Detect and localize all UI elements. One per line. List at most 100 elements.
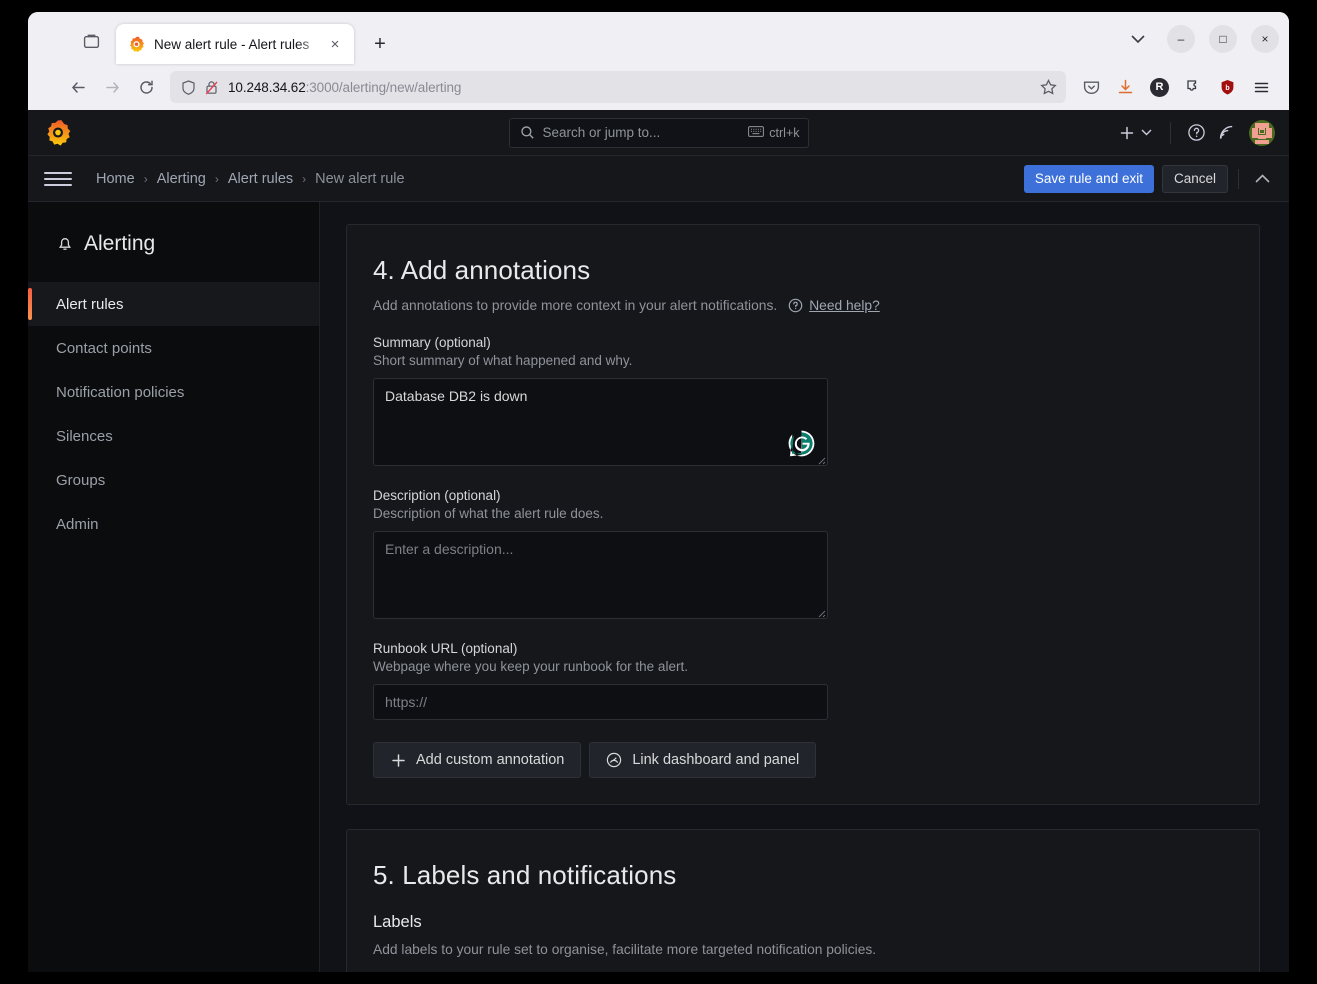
menu-toggle-icon[interactable]: [44, 165, 72, 193]
add-custom-annotation-label: Add custom annotation: [416, 752, 565, 768]
runbook-label: Runbook URL (optional): [373, 641, 518, 656]
breadcrumb-item-home[interactable]: Home: [92, 171, 139, 187]
breadcrumb-separator: ›: [302, 171, 307, 186]
tab-title: New alert rule - Alert rules: [154, 36, 310, 52]
link-dashboard-label: Link dashboard and panel: [632, 752, 800, 768]
sidebar-item-groups[interactable]: Groups: [28, 458, 319, 502]
chevron-up-icon[interactable]: [1249, 166, 1275, 192]
browser-toolbar-icons: R b: [1076, 72, 1277, 103]
search-shortcut-text: ctrl+k: [769, 125, 800, 140]
sidebar-item-label: Silences: [56, 427, 113, 445]
search-shortcut: ctrl+k: [748, 125, 800, 140]
window-maximize-button[interactable]: □: [1209, 25, 1237, 53]
browser-navbar: 10.248.34.62:3000/alerting/new/alerting …: [28, 64, 1289, 110]
browser-tab[interactable]: New alert rule - Alert rules ×: [116, 24, 354, 64]
help-circle-icon[interactable]: [1183, 120, 1209, 146]
search-icon: [520, 125, 535, 140]
grafana-app: Search or jump to... ctrl+k Home › Alert…: [28, 110, 1289, 972]
summary-field-group: Summary (optional) Short summary of what…: [373, 335, 1233, 466]
create-new-button[interactable]: [1113, 125, 1158, 141]
labels-heading: Labels: [373, 913, 422, 931]
summary-sublabel: Short summary of what happened and why.: [373, 353, 633, 368]
runbook-field-group: Runbook URL (optional) Webpage where you…: [373, 641, 1233, 720]
sidebar-item-label: Groups: [56, 471, 106, 489]
tab-close-icon[interactable]: ×: [324, 33, 346, 55]
new-tab-button[interactable]: +: [364, 28, 396, 60]
sidebar-item-contact-points[interactable]: Contact points: [28, 326, 319, 370]
breadcrumb-separator: ›: [143, 171, 148, 186]
list-all-tabs-icon[interactable]: [74, 24, 108, 58]
ublock-shield-icon[interactable]: b: [1212, 72, 1243, 103]
breadcrumb-item-alert-rules[interactable]: Alert rules: [224, 171, 297, 187]
sidebar-item-label: Admin: [56, 515, 99, 533]
sidebar-title: Alerting: [84, 232, 156, 255]
grammarly-icon[interactable]: [787, 429, 816, 458]
actions-divider: [1238, 168, 1239, 189]
insecure-connection-icon[interactable]: [203, 79, 220, 96]
download-icon[interactable]: [1110, 72, 1141, 103]
breadcrumb-separator: ›: [214, 171, 219, 186]
breadcrumb-actions: Save rule and exit Cancel: [1023, 164, 1275, 193]
sidebar-header: Alerting: [28, 232, 319, 256]
tracking-shield-icon[interactable]: [180, 79, 197, 96]
bookmark-star-icon[interactable]: [1039, 78, 1058, 97]
tab-list-chevron-down-icon[interactable]: [1123, 24, 1153, 54]
sidebar: Alerting Alert rules Contact points Noti…: [28, 202, 320, 972]
grafana-logo-icon[interactable]: [44, 119, 72, 147]
annotation-buttons: Add custom annotation Link dashboard and…: [373, 742, 1233, 778]
search-input[interactable]: Search or jump to... ctrl+k: [508, 117, 809, 148]
grafana-topnav: Search or jump to... ctrl+k: [28, 110, 1289, 156]
app-menu-icon[interactable]: [1246, 72, 1277, 103]
sidebar-item-admin[interactable]: Admin: [28, 502, 319, 546]
extensions-icon[interactable]: [1178, 72, 1209, 103]
add-custom-annotation-button[interactable]: Add custom annotation: [373, 742, 582, 778]
grafana-favicon-icon: [128, 36, 145, 53]
runbook-sublabel: Webpage where you keep your runbook for …: [373, 659, 688, 674]
forward-button-icon[interactable]: [96, 71, 128, 103]
breadcrumb: Home › Alerting › Alert rules › New aler…: [92, 171, 409, 187]
sidebar-item-notification-policies[interactable]: Notification policies: [28, 370, 319, 414]
user-avatar[interactable]: [1249, 119, 1275, 146]
link-dashboard-and-panel-button[interactable]: Link dashboard and panel: [589, 742, 817, 778]
cancel-button[interactable]: Cancel: [1161, 164, 1228, 193]
window-minimize-button[interactable]: –: [1167, 25, 1195, 53]
summary-textarea[interactable]: [373, 378, 828, 466]
help-circle-icon[interactable]: [788, 298, 803, 313]
pocket-icon[interactable]: [1076, 72, 1107, 103]
save-rule-and-exit-button[interactable]: Save rule and exit: [1023, 164, 1154, 193]
sidebar-item-silences[interactable]: Silences: [28, 414, 319, 458]
description-sublabel: Description of what the alert rule does.: [373, 506, 604, 521]
breadcrumb-item-new-alert-rule[interactable]: New alert rule: [311, 171, 408, 187]
account-avatar-icon[interactable]: R: [1144, 72, 1175, 103]
tab-strip: New alert rule - Alert rules × + – □ ×: [28, 12, 1289, 64]
sidebar-item-label: Alert rules: [56, 295, 124, 313]
sidebar-item-label: Notification policies: [56, 383, 185, 401]
summary-label: Summary (optional): [373, 335, 491, 350]
keyboard-icon: [748, 125, 765, 140]
sidebar-item-label: Contact points: [56, 339, 152, 357]
news-feed-icon[interactable]: [1213, 120, 1239, 146]
svg-text:b: b: [1225, 85, 1229, 92]
description-field-group: Description (optional) Description of wh…: [373, 488, 1233, 619]
search-placeholder: Search or jump to...: [542, 125, 661, 140]
description-label: Description (optional): [373, 488, 501, 503]
back-button-icon[interactable]: [62, 71, 94, 103]
breadcrumb-item-alerting[interactable]: Alerting: [153, 171, 210, 187]
need-help-link[interactable]: Need help?: [809, 298, 880, 313]
section-add-annotations: 4. Add annotations Add annotations to pr…: [346, 224, 1260, 805]
page-title: 4. Add annotations: [373, 255, 591, 285]
bell-icon: [56, 235, 74, 253]
window-close-button[interactable]: ×: [1251, 25, 1279, 53]
description-textarea[interactable]: [373, 531, 828, 619]
url-bar[interactable]: 10.248.34.62:3000/alerting/new/alerting: [170, 71, 1066, 103]
topnav-actions: [1113, 119, 1275, 146]
reload-button-icon[interactable]: [130, 71, 162, 103]
sidebar-item-alert-rules[interactable]: Alert rules: [28, 282, 319, 326]
main-content: 4. Add annotations Add annotations to pr…: [320, 202, 1289, 972]
section-description-text: Add annotations to provide more context …: [373, 298, 778, 313]
url-text[interactable]: 10.248.34.62:3000/alerting/new/alerting: [228, 80, 1039, 95]
dashboard-icon: [606, 752, 622, 768]
summary-textarea-wrapper: [373, 378, 828, 466]
runbook-url-input[interactable]: [373, 684, 828, 720]
description-textarea-wrapper: [373, 531, 828, 619]
